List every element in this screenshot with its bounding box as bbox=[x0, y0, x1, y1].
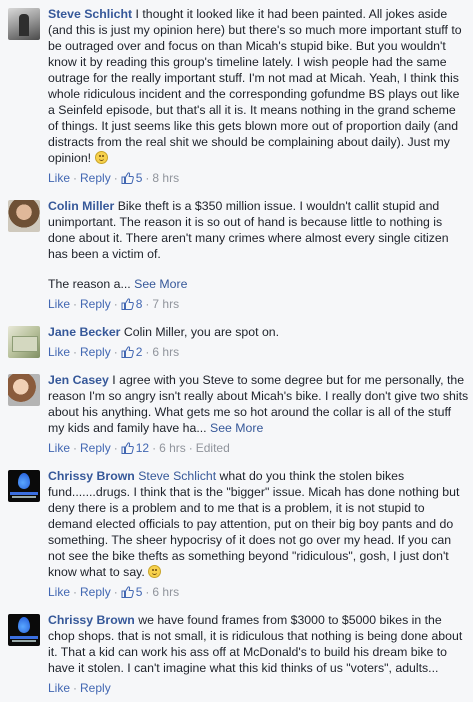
see-more-link[interactable]: See More bbox=[210, 421, 263, 435]
comment: Chrissy Brown we have found frames from … bbox=[0, 606, 473, 702]
comment-text: what do you think the stolen bikes fund.… bbox=[48, 469, 460, 579]
reply-link[interactable]: Reply bbox=[80, 681, 111, 695]
comment-text-continued: The reason a... bbox=[48, 277, 131, 291]
comment-author[interactable]: Steve Schlicht bbox=[48, 7, 132, 21]
comment-author[interactable]: Chrissy Brown bbox=[48, 469, 135, 483]
comment-author[interactable]: Chrissy Brown bbox=[48, 613, 135, 627]
comment-text: Colin Miller, you are spot on. bbox=[123, 325, 280, 339]
comment-author[interactable]: Colin Miller bbox=[48, 199, 114, 213]
like-count[interactable]: 5 bbox=[121, 585, 142, 599]
like-link[interactable]: Like bbox=[48, 681, 70, 695]
reply-link[interactable]: Reply bbox=[80, 585, 111, 599]
comment-author[interactable]: Jane Becker bbox=[48, 325, 120, 339]
mention-link[interactable]: Steve Schlicht bbox=[138, 469, 216, 483]
comment-author[interactable]: Jen Casey bbox=[48, 373, 109, 387]
comment-actions: Like · Reply · 12 · 6 hrs · Edited bbox=[48, 441, 230, 455]
reply-link[interactable]: Reply bbox=[80, 171, 111, 185]
reply-link[interactable]: Reply bbox=[80, 441, 111, 455]
comment-actions: Like · Reply · 8 · 7 hrs bbox=[48, 297, 180, 311]
thumbs-up-icon bbox=[121, 172, 134, 184]
like-link[interactable]: Like bbox=[48, 297, 70, 311]
comment-time[interactable]: 7 hrs bbox=[152, 297, 179, 311]
comment-feed: Steve Schlicht I thought it looked like … bbox=[0, 0, 473, 702]
avatar[interactable] bbox=[8, 200, 40, 232]
like-count[interactable]: 12 bbox=[121, 441, 149, 455]
comment-text: I thought it looked like it had been pai… bbox=[48, 7, 462, 165]
thumbs-up-icon bbox=[121, 346, 134, 358]
comment: Steve Schlicht I thought it looked like … bbox=[0, 0, 473, 192]
like-link[interactable]: Like bbox=[48, 345, 70, 359]
smile-emoji-icon bbox=[148, 565, 162, 578]
like-link[interactable]: Like bbox=[48, 171, 70, 185]
reply-link[interactable]: Reply bbox=[80, 297, 111, 311]
comment-time[interactable]: 6 hrs bbox=[159, 441, 186, 455]
thumbs-up-icon bbox=[121, 586, 134, 598]
like-link[interactable]: Like bbox=[48, 441, 70, 455]
comment-actions: Like · Reply · 2 · 6 hrs bbox=[48, 345, 180, 359]
avatar[interactable] bbox=[8, 614, 40, 646]
like-link[interactable]: Like bbox=[48, 585, 70, 599]
comment-time[interactable]: 6 hrs bbox=[152, 585, 179, 599]
comment: Chrissy Brown Steve Schlicht what do you… bbox=[0, 462, 473, 606]
smile-emoji-icon bbox=[94, 151, 108, 164]
comment-actions: Like · Reply bbox=[48, 681, 111, 695]
comment-actions: Like · Reply · 5 · 8 hrs bbox=[48, 171, 180, 185]
thumbs-up-icon bbox=[121, 442, 134, 454]
like-count[interactable]: 2 bbox=[121, 345, 142, 359]
avatar[interactable] bbox=[8, 326, 40, 358]
avatar[interactable] bbox=[8, 374, 40, 406]
see-more-link[interactable]: See More bbox=[134, 277, 187, 291]
comment-actions: Like · Reply · 5 · 6 hrs bbox=[48, 585, 180, 599]
thumbs-up-icon bbox=[121, 298, 134, 310]
comment: Jane Becker Colin Miller, you are spot o… bbox=[0, 318, 473, 366]
avatar[interactable] bbox=[8, 8, 40, 40]
avatar[interactable] bbox=[8, 470, 40, 502]
comment-time[interactable]: 8 hrs bbox=[152, 171, 179, 185]
reply-link[interactable]: Reply bbox=[80, 345, 111, 359]
like-count[interactable]: 8 bbox=[121, 297, 142, 311]
comment: Jen Casey I agree with you Steve to some… bbox=[0, 366, 473, 462]
comment: Colin Miller Bike theft is a $350 millio… bbox=[0, 192, 473, 318]
edited-label[interactable]: Edited bbox=[196, 441, 230, 455]
comment-time[interactable]: 6 hrs bbox=[152, 345, 179, 359]
like-count[interactable]: 5 bbox=[121, 171, 142, 185]
